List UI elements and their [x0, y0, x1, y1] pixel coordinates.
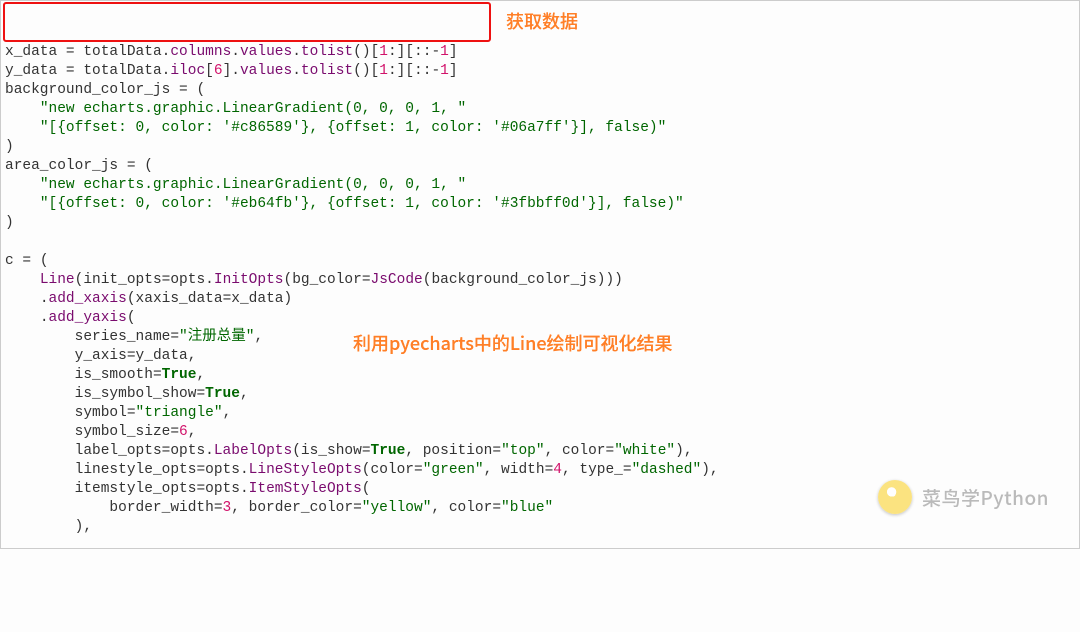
code-line: symbol_size=6,	[5, 423, 1079, 442]
code-line: is_symbol_show=True,	[5, 385, 1079, 404]
code-line: .add_yaxis(	[5, 309, 1079, 328]
code-line: y_data = totalData.iloc[6].values.tolist…	[5, 62, 1079, 81]
code-line: area_color_js = (	[5, 157, 1079, 176]
code-line: background_color_js = (	[5, 81, 1079, 100]
code-content: x_data = totalData.columns.values.tolist…	[5, 43, 1079, 537]
code-line: ),	[5, 518, 1079, 537]
code-line: is_smooth=True,	[5, 366, 1079, 385]
code-block: x_data = totalData.columns.values.tolist…	[0, 0, 1080, 549]
code-line: x_data = totalData.columns.values.tolist…	[5, 43, 1079, 62]
highlight-box	[3, 2, 491, 42]
code-line: Line(init_opts=opts.InitOpts(bg_color=Js…	[5, 271, 1079, 290]
code-line: )	[5, 138, 1079, 157]
code-line: symbol="triangle",	[5, 404, 1079, 423]
code-line: c = (	[5, 252, 1079, 271]
code-line: linestyle_opts=opts.LineStyleOpts(color=…	[5, 461, 1079, 480]
code-line: y_axis=y_data,	[5, 347, 1079, 366]
code-line: "[{offset: 0, color: '#c86589'}, {offset…	[5, 119, 1079, 138]
code-line: border_width=3, border_color="yellow", c…	[5, 499, 1079, 518]
code-line: "new echarts.graphic.LinearGradient(0, 0…	[5, 100, 1079, 119]
annotation-get-data: 获取数据	[506, 12, 578, 31]
code-line: .add_xaxis(xaxis_data=x_data)	[5, 290, 1079, 309]
code-line: "[{offset: 0, color: '#eb64fb'}, {offset…	[5, 195, 1079, 214]
code-line: series_name="注册总量",	[5, 328, 1079, 347]
code-line: )	[5, 214, 1079, 233]
code-line: "new echarts.graphic.LinearGradient(0, 0…	[5, 176, 1079, 195]
code-line: label_opts=opts.LabelOpts(is_show=True, …	[5, 442, 1079, 461]
code-line: itemstyle_opts=opts.ItemStyleOpts(	[5, 480, 1079, 499]
code-line	[5, 233, 1079, 252]
